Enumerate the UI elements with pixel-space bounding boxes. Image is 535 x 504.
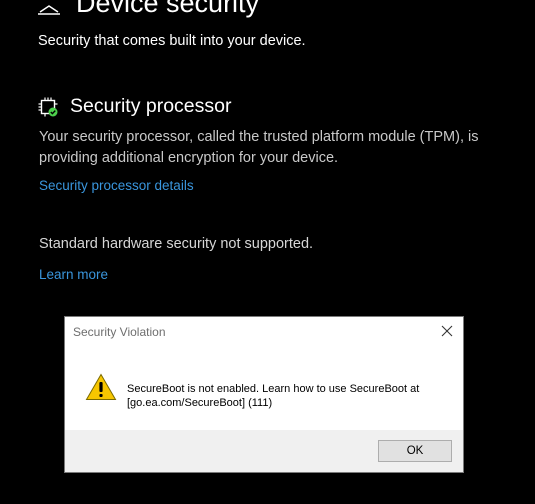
security-processor-description: Your security processor, called the trus… [39,129,479,166]
dialog-titlebar[interactable]: Security Violation [65,317,463,347]
close-icon[interactable] [439,323,455,339]
security-violation-dialog: Security Violation SecureBoot is not ena… [64,316,464,473]
learn-more-link[interactable]: Learn more [39,267,108,282]
warning-icon [85,373,117,400]
windows-security-page: Device security Security that comes buil… [0,0,535,504]
security-processor-header: Security processor [38,95,231,118]
dialog-title: Security Violation [73,325,166,339]
security-processor-details-link[interactable]: Security processor details [39,178,194,193]
page-subtitle: Security that comes built into your devi… [38,33,306,49]
ok-button[interactable]: OK [378,440,452,462]
page-header: Device security [36,0,259,20]
security-processor-title: Security processor [70,95,232,117]
chip-check-icon [38,97,58,116]
dialog-message: SecureBoot is not enabled. Learn how to … [127,383,420,409]
dialog-body: SecureBoot is not enabled. Learn how to … [65,347,463,431]
page-title: Device security [76,0,260,18]
laptop-shield-icon [38,5,60,15]
hardware-security-status: Standard hardware security not supported… [39,236,314,252]
dialog-footer: OK [65,430,463,472]
